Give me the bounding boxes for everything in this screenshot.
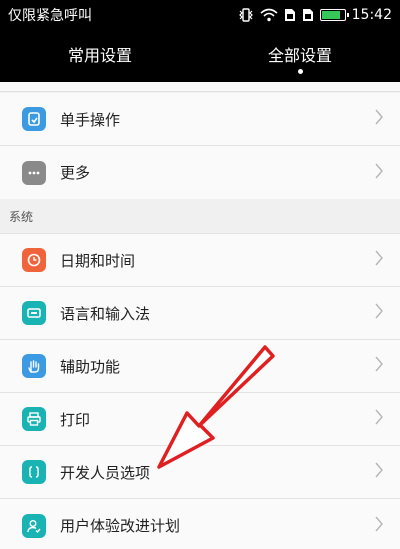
settings-list-general: 单手操作 更多 bbox=[0, 93, 400, 199]
status-icons: 15:42 bbox=[238, 7, 392, 23]
settings-list-system: 日期和时间 语言和输入法 辅助功能 打印 开发人员选项 用户体验改进计划 bbox=[0, 234, 400, 549]
list-top-edge bbox=[0, 82, 400, 92]
vibrate-icon bbox=[238, 8, 254, 22]
section-header-system: 系统 bbox=[0, 199, 400, 234]
list-item-language-input[interactable]: 语言和输入法 bbox=[0, 287, 400, 340]
settings-tab-bar: 常用设置 全部设置 bbox=[0, 30, 400, 82]
list-item-label: 语言和输入法 bbox=[60, 304, 151, 323]
tab-label: 常用设置 bbox=[67, 46, 132, 65]
list-item-label: 单手操作 bbox=[60, 110, 121, 129]
list-item-print[interactable]: 打印 bbox=[0, 393, 400, 446]
list-item-developer-options[interactable]: 开发人员选项 bbox=[0, 446, 400, 499]
carrier-text: 仅限紧急呼叫 bbox=[8, 8, 92, 24]
code-brackets-icon bbox=[22, 460, 46, 484]
tab-label: 全部设置 bbox=[267, 46, 332, 65]
clock-time: 15:42 bbox=[351, 7, 392, 23]
chevron-right-icon bbox=[374, 108, 384, 130]
tab-common-settings[interactable]: 常用设置 bbox=[0, 30, 200, 82]
list-item-date-time[interactable]: 日期和时间 bbox=[0, 234, 400, 287]
chevron-right-icon bbox=[374, 302, 384, 324]
selected-tab-indicator bbox=[297, 69, 303, 74]
keyboard-icon bbox=[22, 301, 46, 325]
list-item-label: 打印 bbox=[60, 410, 91, 429]
list-item-label: 开发人员选项 bbox=[60, 463, 151, 482]
tab-all-settings[interactable]: 全部设置 bbox=[200, 30, 400, 82]
sim-card-1-icon bbox=[284, 8, 296, 22]
chevron-right-icon bbox=[374, 162, 384, 184]
battery-icon bbox=[319, 9, 349, 21]
list-item-label: 日期和时间 bbox=[60, 251, 136, 270]
list-item-user-experience-plan[interactable]: 用户体验改进计划 bbox=[0, 499, 400, 549]
chevron-right-icon bbox=[374, 408, 384, 430]
list-item-more[interactable]: 更多 bbox=[0, 146, 400, 199]
status-bar: 仅限紧急呼叫 15:42 bbox=[0, 0, 400, 30]
list-item-label: 用户体验改进计划 bbox=[60, 517, 181, 535]
clock-icon bbox=[22, 248, 46, 272]
wifi-icon bbox=[260, 8, 278, 22]
section-title: 系统 bbox=[9, 209, 34, 224]
chevron-right-icon bbox=[374, 461, 384, 483]
list-item-accessibility[interactable]: 辅助功能 bbox=[0, 340, 400, 393]
chevron-right-icon bbox=[374, 355, 384, 377]
chevron-right-icon bbox=[374, 249, 384, 271]
list-item-label: 更多 bbox=[60, 164, 91, 182]
hand-icon bbox=[22, 354, 46, 378]
sim-card-2-icon bbox=[302, 8, 314, 22]
one-hand-icon bbox=[22, 107, 46, 131]
more-icon bbox=[22, 160, 46, 185]
list-item-label: 辅助功能 bbox=[60, 357, 121, 376]
user-plan-icon bbox=[22, 513, 46, 538]
list-item-one-hand-mode[interactable]: 单手操作 bbox=[0, 93, 400, 146]
printer-icon bbox=[22, 407, 46, 431]
chevron-right-icon bbox=[374, 515, 384, 537]
